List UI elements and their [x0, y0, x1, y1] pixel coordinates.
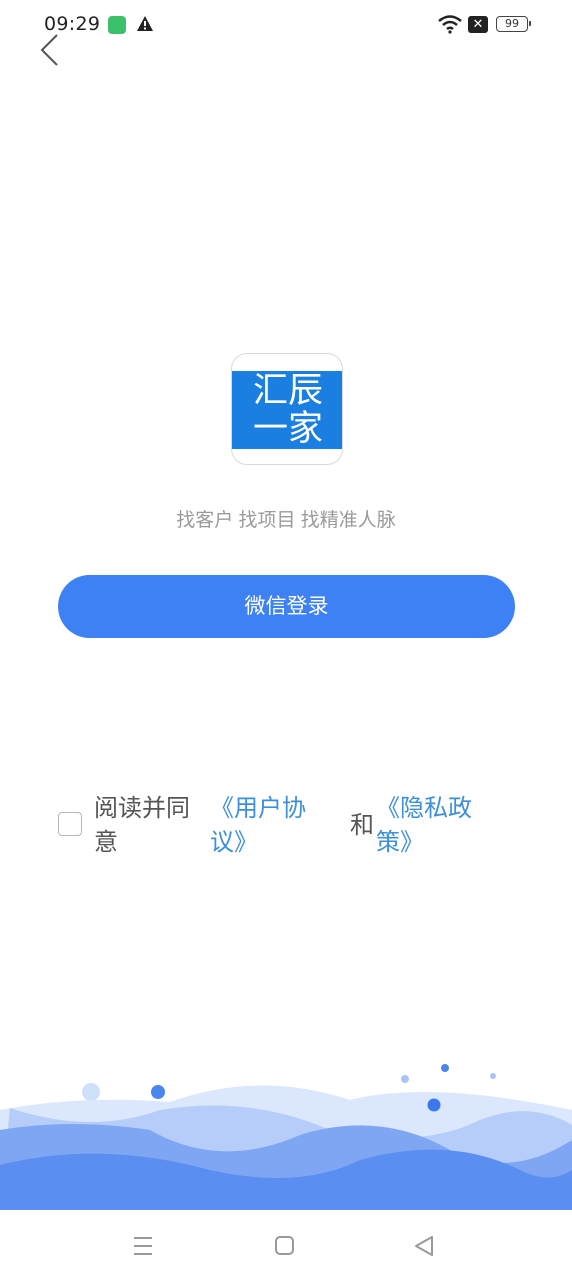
wifi-icon	[437, 14, 463, 38]
system-nav-bar	[0, 1210, 572, 1280]
app-notification-icon	[108, 16, 126, 34]
user-agreement-link[interactable]: 《用户协议》	[210, 792, 320, 860]
x-icon: ✕	[468, 16, 488, 33]
tagline: 找客户 找项目 找精准人脉	[176, 510, 396, 531]
menu-icon	[134, 1237, 152, 1255]
back-button[interactable]	[34, 30, 70, 70]
logo-line-2: 一家	[252, 409, 323, 449]
home-icon	[275, 1236, 294, 1255]
agreement-row: 阅读并同意 《用户协议》 和 《隐私政策》	[0, 792, 572, 872]
agreement-prefix: 阅读并同意	[94, 795, 190, 856]
chevron-left-icon	[40, 34, 58, 66]
decorative-waves	[0, 1064, 572, 1210]
agree-checkbox[interactable]	[58, 812, 82, 836]
nav-home-button[interactable]	[266, 1232, 304, 1260]
nav-back-button[interactable]	[406, 1232, 444, 1260]
logo-line-1: 汇辰	[252, 371, 323, 411]
status-bar: 09:29 ✕ 99	[0, 0, 572, 50]
agreement-and: 和	[350, 812, 374, 839]
nav-menu-button[interactable]	[124, 1232, 162, 1260]
logo-text: 汇辰 一家	[232, 371, 342, 449]
privacy-policy-link[interactable]: 《隐私政策》	[376, 792, 486, 860]
wechat-login-button[interactable]: 微信登录	[58, 575, 515, 638]
app-logo: 汇辰 一家	[231, 353, 343, 465]
warning-icon	[136, 15, 154, 37]
back-triangle-icon	[415, 1236, 433, 1256]
battery-icon: 99	[496, 16, 531, 32]
